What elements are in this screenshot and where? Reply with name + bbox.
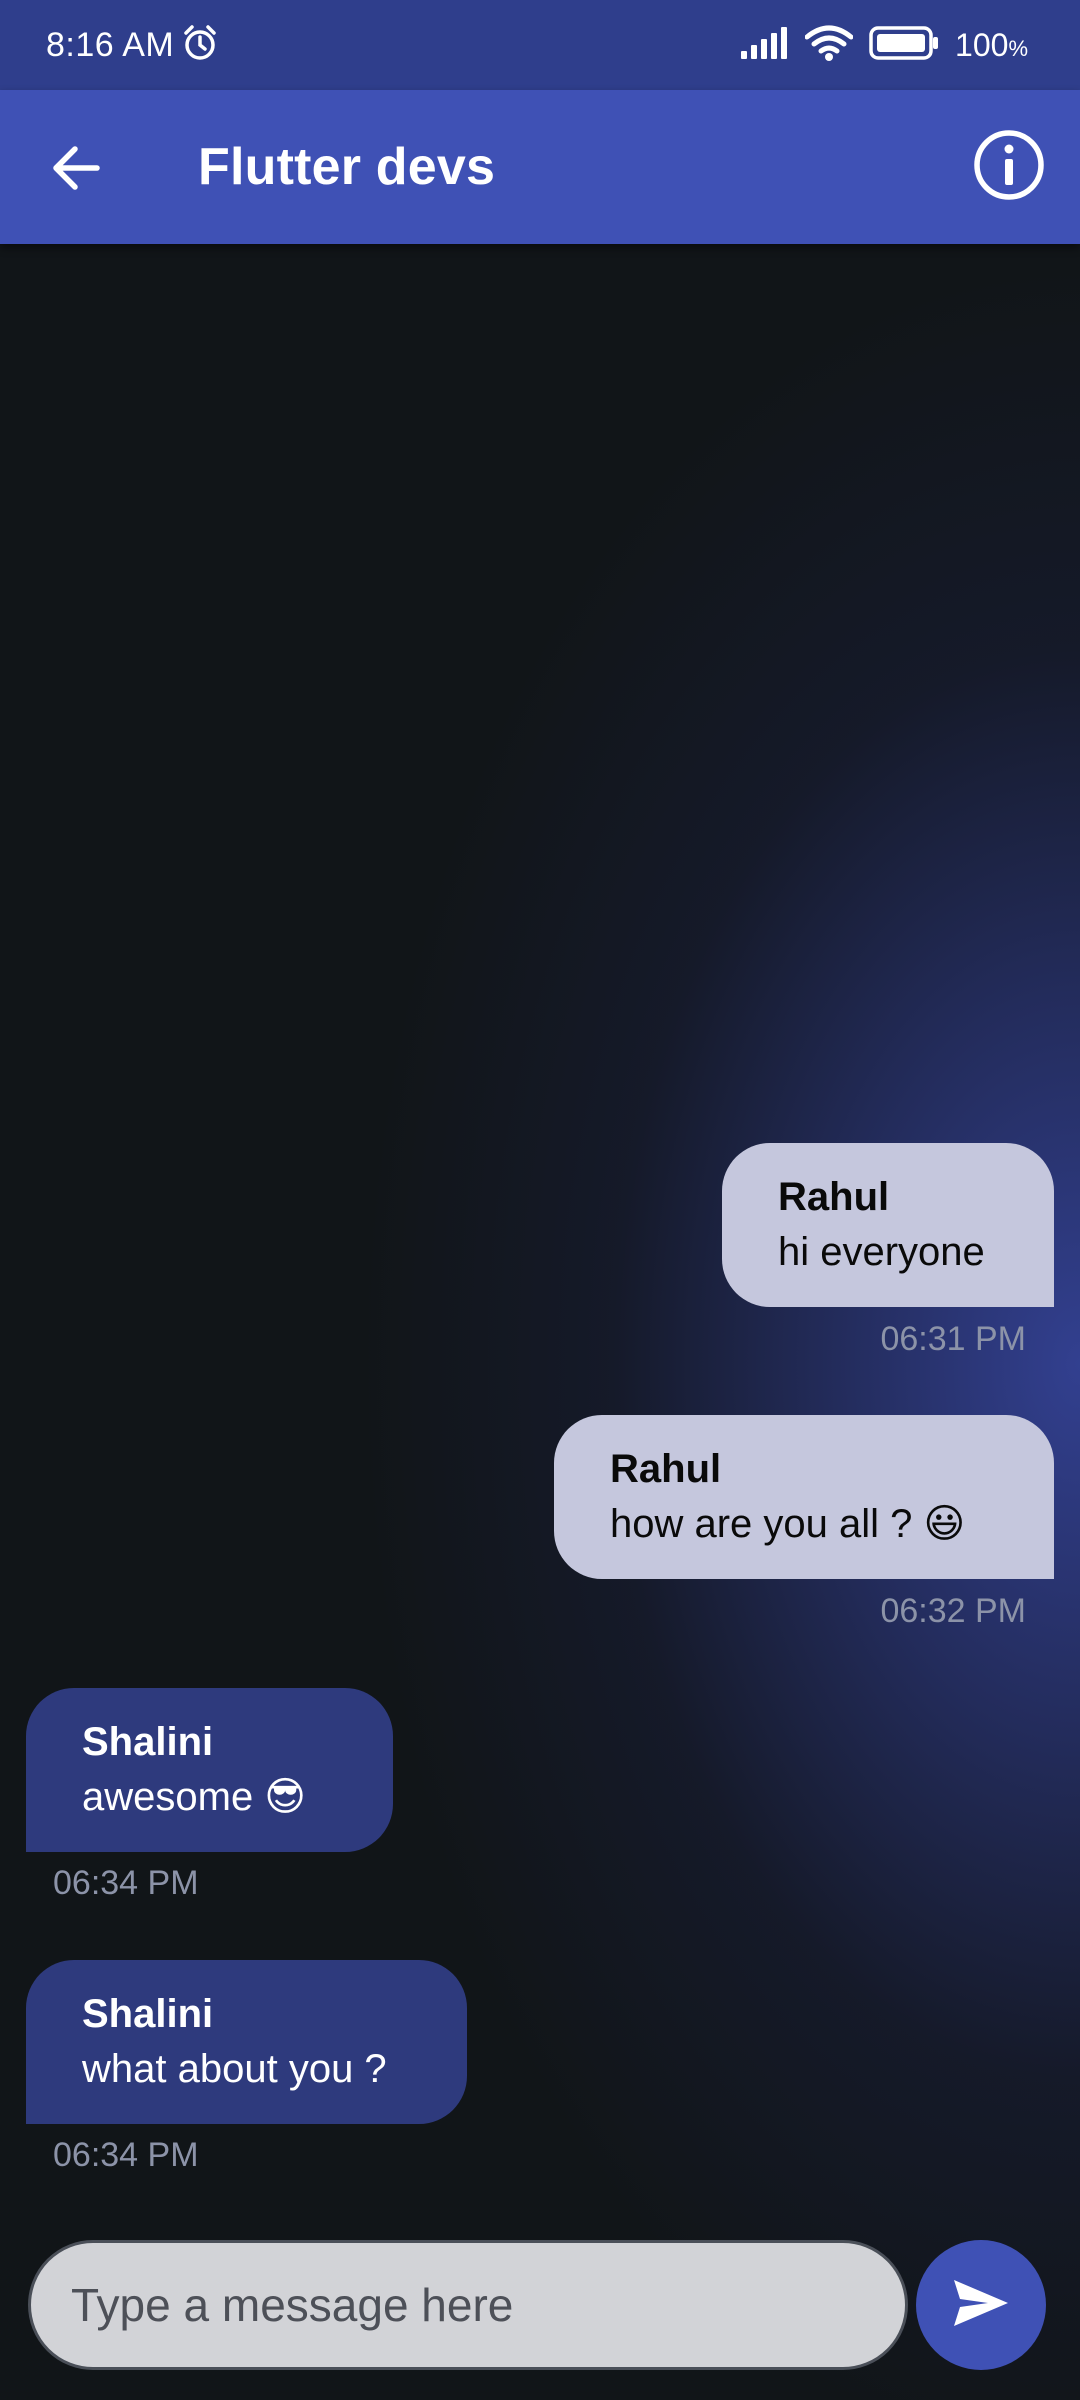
wifi-icon	[804, 25, 854, 66]
message-bubble-outgoing[interactable]: Rahul hi everyone	[722, 1143, 1054, 1307]
message-text: hi everyone	[778, 1230, 985, 1274]
message-sender: Shalini	[82, 1992, 214, 2036]
info-button[interactable]	[966, 124, 1052, 210]
arrow-left-icon	[51, 145, 101, 196]
message-time: 06:34 PM	[53, 1864, 199, 1902]
alarm-icon	[180, 23, 220, 68]
message-sender: Rahul	[610, 1447, 722, 1491]
battery-unit: %	[1008, 35, 1028, 61]
battery-percentage: 100%	[955, 27, 1028, 64]
send-button[interactable]	[916, 2240, 1046, 2370]
app-bar: Flutter devs	[0, 90, 1080, 244]
status-bar: 8:16 AM 100%	[0, 0, 1080, 90]
message-sender: Rahul	[778, 1175, 890, 1219]
message-sender: Shalini	[82, 1720, 214, 1764]
message-input[interactable]: Type a message here	[28, 2240, 908, 2370]
battery-value: 100	[955, 26, 1009, 63]
message-text: how are you all ? 😃	[610, 1502, 966, 1546]
status-left: 8:16 AM	[46, 23, 220, 68]
battery-icon	[869, 25, 939, 65]
status-right: 100%	[741, 25, 1028, 66]
info-icon	[973, 129, 1045, 206]
message-bubble-incoming[interactable]: Shalini awesome 😎	[26, 1688, 393, 1852]
message-time: 06:31 PM	[880, 1320, 1026, 1358]
send-icon	[952, 2278, 1010, 2333]
back-button[interactable]	[36, 130, 116, 210]
message-text: what about you ?	[82, 2047, 387, 2091]
message-time: 06:32 PM	[880, 1592, 1026, 1630]
message-bubble-outgoing[interactable]: Rahul how are you all ? 😃	[554, 1415, 1054, 1579]
chat-area[interactable]: Rahul hi everyone 06:31 PM Rahul how are…	[0, 244, 1080, 2400]
status-time: 8:16 AM	[46, 25, 175, 64]
message-time: 06:34 PM	[53, 2136, 199, 2174]
message-input-placeholder: Type a message here	[71, 2279, 514, 2331]
message-text: awesome 😎	[82, 1775, 307, 1819]
signal-icon	[741, 26, 789, 64]
message-bubble-incoming[interactable]: Shalini what about you ?	[26, 1960, 467, 2124]
page-title: Flutter devs	[198, 138, 496, 196]
